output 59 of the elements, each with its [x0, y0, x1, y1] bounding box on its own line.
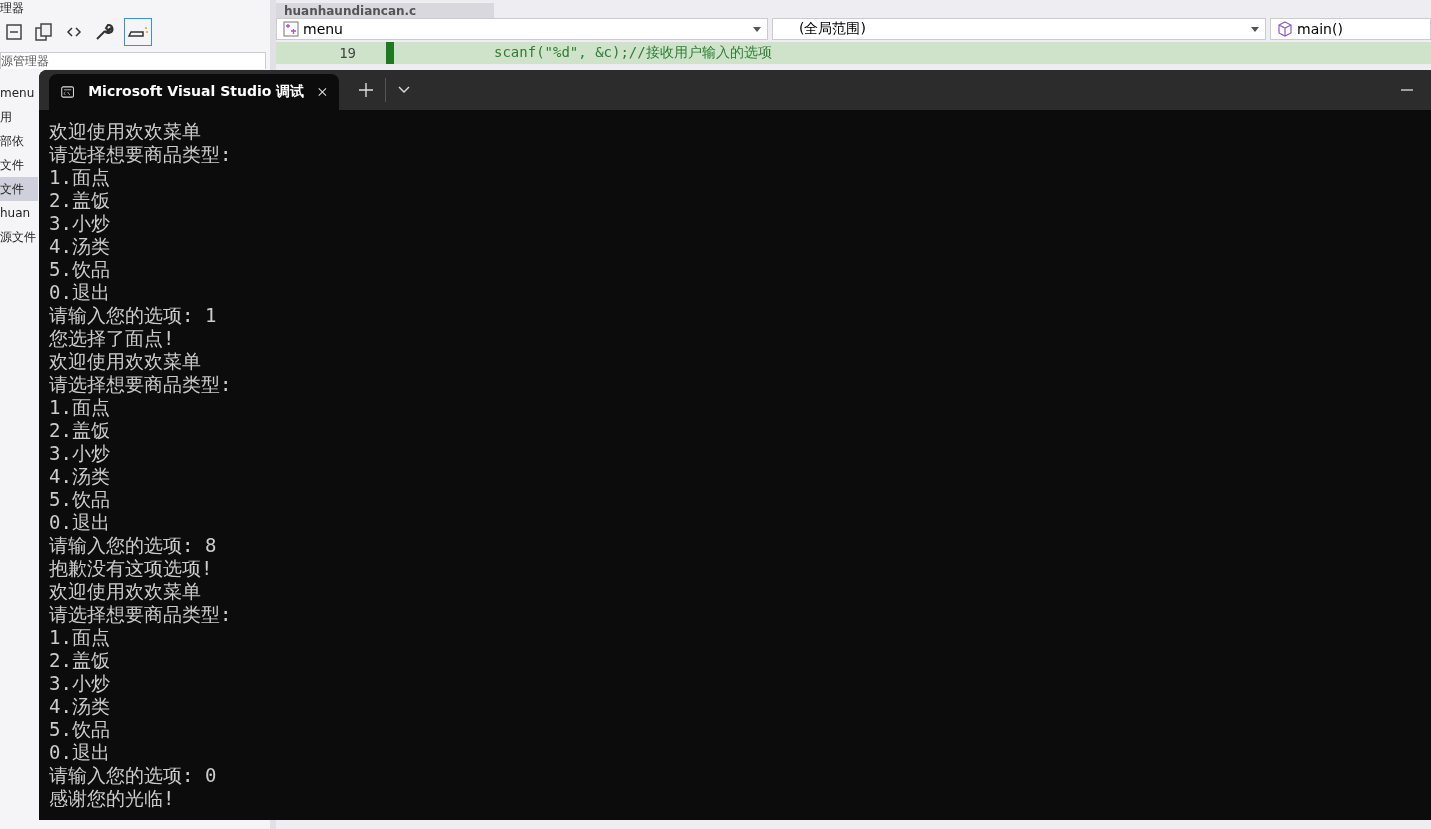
tree-item[interactable]: 源文件	[0, 225, 38, 249]
console-line: 欢迎使用欢欢菜单	[49, 120, 202, 143]
console-line: 3.小炒	[49, 212, 111, 235]
member-dropdown[interactable]: main()	[1270, 18, 1431, 40]
tree-item[interactable]: huan	[0, 201, 38, 225]
console-line: 请选择想要商品类型:	[49, 143, 233, 166]
line-number: 19	[338, 45, 356, 61]
caret-icon	[753, 26, 761, 32]
wrench-icon[interactable]	[94, 22, 114, 42]
tree-item[interactable]: 用	[0, 105, 38, 129]
change-marker	[386, 42, 394, 64]
console-line: 5.饮品	[49, 718, 111, 741]
tree-item[interactable]: menu	[0, 81, 38, 105]
caret-icon	[1251, 26, 1259, 32]
copy-icon[interactable]	[34, 22, 54, 42]
project-icon	[283, 21, 299, 37]
console-line: 请输入您的选项: 0	[49, 764, 218, 787]
close-icon[interactable]	[318, 86, 327, 98]
scope-dropdown[interactable]: (全局范围)	[772, 18, 1266, 40]
console-line: 5.饮品	[49, 488, 111, 511]
console-line: 3.小炒	[49, 672, 111, 695]
panel-title: 理器	[0, 0, 25, 16]
code-line: scanf("%d", &c);//接收用户输入的选项	[494, 44, 772, 62]
plus-icon[interactable]	[359, 83, 373, 97]
console-line: 4.汤类	[49, 235, 111, 258]
preview-icon[interactable]	[124, 18, 152, 46]
search-field[interactable]: 源管理器	[0, 52, 266, 69]
console-line: 欢迎使用欢欢菜单	[49, 350, 202, 373]
cube-icon	[1277, 21, 1293, 37]
console-line: 0.退出	[49, 511, 111, 534]
tree-item[interactable]: 文件	[0, 177, 38, 201]
console-line: 0.退出	[49, 741, 111, 764]
console-line: 4.汤类	[49, 695, 111, 718]
console-line: 请选择想要商品类型:	[49, 373, 233, 396]
console-line: 1.面点	[49, 396, 111, 419]
chevron-down-icon[interactable]	[398, 86, 410, 94]
tree-item[interactable]: 部依	[0, 129, 38, 153]
console-line: 2.盖饭	[49, 189, 111, 212]
console-line: 2.盖饭	[49, 649, 111, 672]
console-icon	[61, 84, 75, 100]
collapse-icon[interactable]	[4, 22, 24, 42]
console-line: 5.饮品	[49, 258, 111, 281]
console-tab[interactable]: Microsoft Visual Studio 调试	[49, 74, 339, 110]
console-line: 3.小炒	[49, 442, 111, 465]
console-line: 请输入您的选项: 8	[49, 534, 218, 557]
console-line: 请输入您的选项: 1	[49, 304, 218, 327]
editor-tab[interactable]: huanhaundiancan.c	[276, 3, 494, 19]
console-line: 1.面点	[49, 626, 111, 649]
console-line: 抱歉没有这项选项!	[49, 557, 214, 580]
console-line: 2.盖饭	[49, 419, 111, 442]
console-line: 1.面点	[49, 166, 111, 189]
tree-item[interactable]: 文件	[0, 153, 38, 177]
console-line: 您选择了面点!	[49, 327, 176, 350]
console-line: 感谢您的光临!	[49, 787, 176, 810]
console-line: 4.汤类	[49, 465, 111, 488]
console-line: 0.退出	[49, 281, 111, 304]
console-line: 欢迎使用欢欢菜单	[49, 580, 202, 603]
console-line: 请选择想要商品类型:	[49, 603, 233, 626]
project-dropdown[interactable]: menu	[276, 18, 768, 40]
